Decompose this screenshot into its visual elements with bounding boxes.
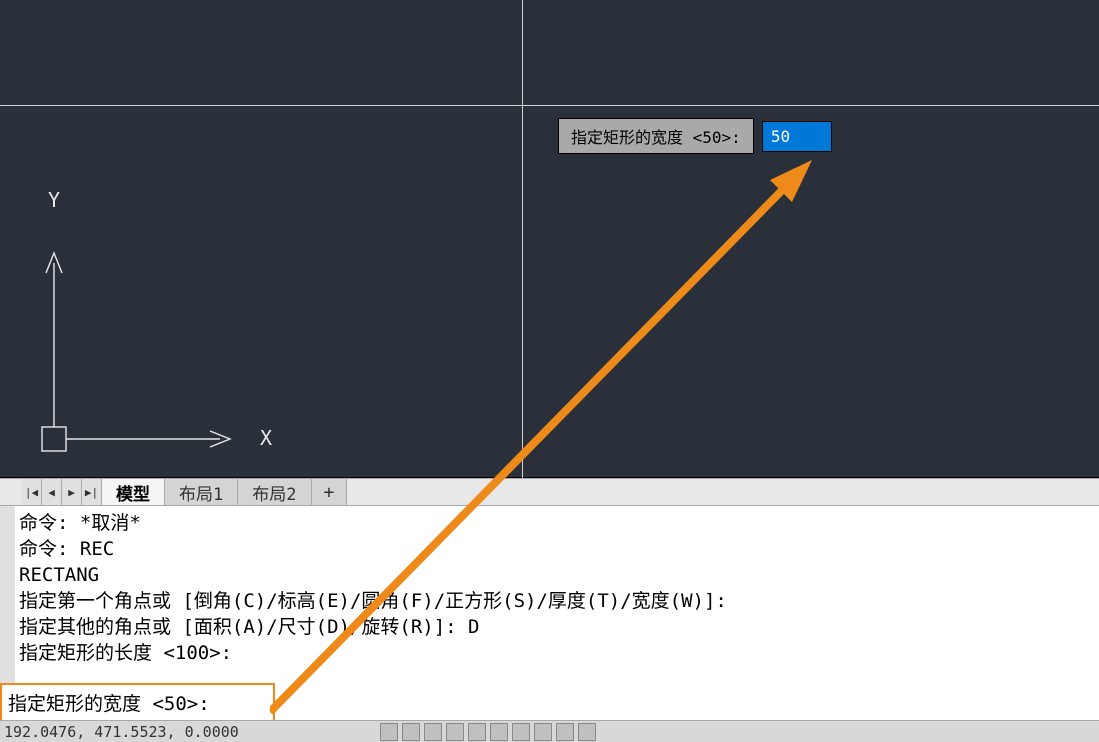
dynamic-input-popup: 指定矩形的宽度 <50>: bbox=[558, 118, 832, 154]
history-line: 指定其他的角点或 [面积(A)/尺寸(D)/旋转(R)]: D bbox=[19, 616, 479, 638]
ucs-icon: X Y bbox=[40, 187, 280, 457]
status-toggle-ortho-icon[interactable] bbox=[424, 723, 442, 741]
tab-model[interactable]: 模型 bbox=[102, 479, 165, 505]
crosshair-horizontal bbox=[0, 105, 1099, 106]
history-line: 命令: REC bbox=[19, 538, 114, 560]
status-toggle-snap-icon[interactable] bbox=[402, 723, 420, 741]
status-coordinates: 192.0476, 471.5523, 0.0000 bbox=[4, 723, 239, 741]
tabs-bar: |◀ ◀ ▶ ▶| 模型 布局1 布局2 + bbox=[0, 478, 1099, 506]
history-line: RECTANG bbox=[19, 564, 99, 586]
status-bar: 192.0476, 471.5523, 0.0000 bbox=[0, 720, 1099, 742]
tab-add-button[interactable]: + bbox=[312, 479, 348, 505]
status-toggle-grid-icon[interactable] bbox=[380, 723, 398, 741]
tab-layout2[interactable]: 布局2 bbox=[238, 479, 311, 505]
command-prompt[interactable]: 指定矩形的宽度 <50>: bbox=[8, 693, 210, 715]
status-toggle-transparency-icon[interactable] bbox=[556, 723, 574, 741]
status-toggle-osnap-icon[interactable] bbox=[468, 723, 486, 741]
ucs-y-label: Y bbox=[48, 188, 60, 212]
drawing-canvas[interactable]: 指定矩形的宽度 <50>: X Y bbox=[0, 0, 1099, 478]
status-toggle-dyn-icon[interactable] bbox=[512, 723, 530, 741]
ucs-x-label: X bbox=[260, 426, 272, 450]
crosshair-vertical bbox=[522, 0, 523, 478]
status-toggle-polar-icon[interactable] bbox=[446, 723, 464, 741]
tab-nav-first[interactable]: |◀ bbox=[22, 479, 42, 505]
status-toggle-lwt-icon[interactable] bbox=[534, 723, 552, 741]
status-toggle-icons bbox=[380, 723, 596, 741]
command-history[interactable]: 命令: *取消* 命令: REC RECTANG 指定第一个角点或 [倒角(C)… bbox=[0, 506, 1099, 684]
tab-nav-last[interactable]: ▶| bbox=[82, 479, 102, 505]
status-toggle-cycling-icon[interactable] bbox=[578, 723, 596, 741]
command-input-highlight: 指定矩形的宽度 <50>: bbox=[0, 683, 275, 722]
history-line: 命令: *取消* bbox=[19, 512, 141, 534]
dynamic-input-label: 指定矩形的宽度 <50>: bbox=[558, 118, 754, 154]
tab-nav-prev[interactable]: ◀ bbox=[42, 479, 62, 505]
status-toggle-otrack-icon[interactable] bbox=[490, 723, 508, 741]
dynamic-input-field[interactable] bbox=[762, 121, 832, 152]
history-line: 指定矩形的长度 <100>: bbox=[19, 642, 232, 664]
tab-layout1[interactable]: 布局1 bbox=[165, 479, 238, 505]
history-line: 指定第一个角点或 [倒角(C)/标高(E)/圆角(F)/正方形(S)/厚度(T)… bbox=[19, 590, 727, 612]
tab-nav-next[interactable]: ▶ bbox=[62, 479, 82, 505]
